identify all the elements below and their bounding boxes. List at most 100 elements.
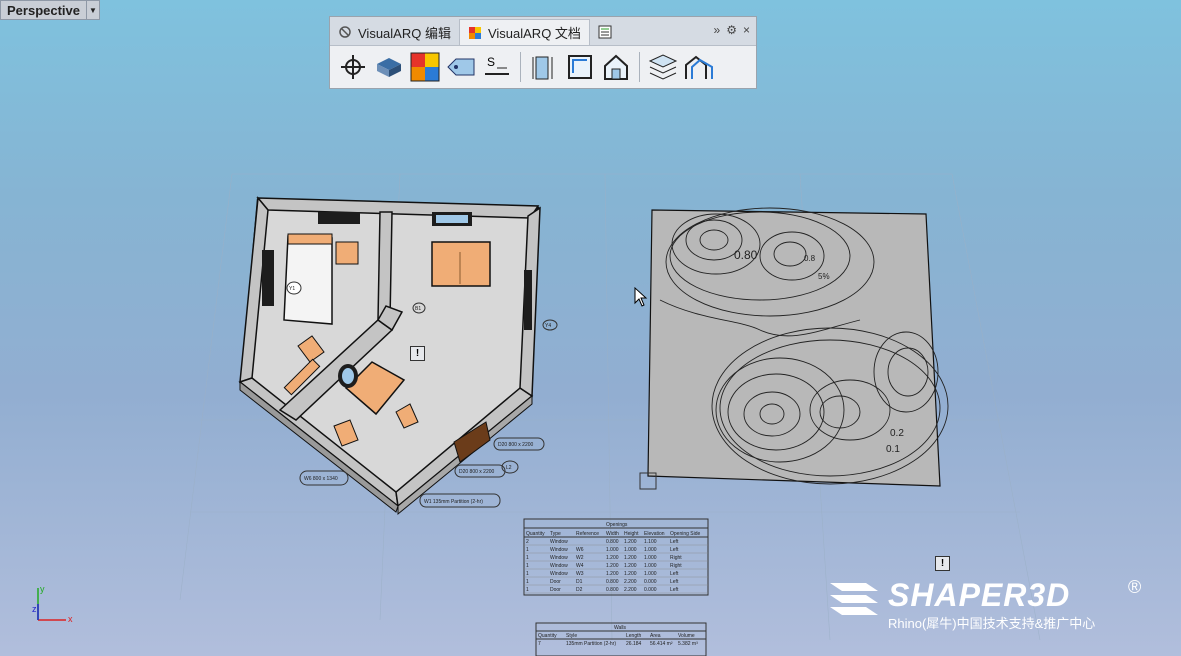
axis-x-label: x xyxy=(68,614,73,624)
openings-header: Quantity Type Reference Width Height Ele… xyxy=(526,531,701,537)
logo-registered: ® xyxy=(1128,577,1142,597)
window xyxy=(436,215,468,223)
openings-cell: W3 xyxy=(576,571,584,577)
header-opening-side: Opening Side xyxy=(670,531,701,537)
sofa xyxy=(431,241,491,287)
header-area: Area xyxy=(650,633,661,639)
openings-cell: Door xyxy=(550,587,561,593)
openings-cell: Left xyxy=(670,547,679,553)
axis-z-label: z xyxy=(32,604,37,614)
tag-y1: Y1 xyxy=(289,286,295,292)
openings-title: Openings xyxy=(606,522,628,528)
walls-cell: 26.184 xyxy=(626,641,642,647)
mouse-cursor-icon xyxy=(634,287,648,307)
openings-cell: Window xyxy=(550,563,568,569)
openings-cell: 0.800 xyxy=(606,587,619,593)
tag-d20: D20 800 x 2200 xyxy=(498,442,534,448)
window xyxy=(318,212,360,224)
walls-cell: 5.382 m³ xyxy=(678,641,698,647)
openings-cell: 0.000 xyxy=(644,587,657,593)
openings-cell: Right xyxy=(670,563,682,569)
openings-cell: 1.200 xyxy=(624,571,637,577)
building-model[interactable]: Y1 B1 Y4 W6 800 x 1340 D20 800 x 2200 D2… xyxy=(0,0,1181,656)
openings-cell: Window xyxy=(550,571,568,577)
openings-cell: 1.200 xyxy=(624,539,637,545)
axis-y-label: y xyxy=(40,584,45,594)
warning-icon[interactable]: ! xyxy=(410,346,425,361)
header-volume: Volume xyxy=(678,633,695,639)
walls-cell: 7 xyxy=(538,641,541,647)
openings-cell: 1.000 xyxy=(644,571,657,577)
window xyxy=(262,250,274,306)
openings-cell: 2.200 xyxy=(624,579,637,585)
openings-cell: 1.000 xyxy=(644,563,657,569)
tag-w1: W1 135mm Partition (2-hr) xyxy=(424,499,483,505)
bed xyxy=(283,235,333,325)
openings-cell: 1 xyxy=(526,563,529,569)
openings-cell: 0.800 xyxy=(606,579,619,585)
shaper3d-logo-icon xyxy=(830,583,878,615)
openings-cell: 1 xyxy=(526,571,529,577)
openings-table: Openings Quantity Type Reference Width H… xyxy=(523,518,709,596)
header-quantity: Quantity xyxy=(526,531,545,537)
tag-y4: Y4 xyxy=(545,323,551,329)
terrain-label: 0.80 xyxy=(734,248,758,262)
walls-title: Walls xyxy=(614,625,627,631)
walls-table: Walls Quantity Style Length Area Volume … xyxy=(535,622,707,656)
openings-rows: 2 Window 0.800 1.200 1.100 Left 1 Window W6 1.000… xyxy=(524,539,708,594)
logo-subtitle: Rhino(犀牛)中国技术支持&推广中心 xyxy=(888,616,1096,631)
openings-cell: 0.000 xyxy=(644,579,657,585)
terrain-label: 0.8 xyxy=(804,254,816,263)
openings-cell: 1 xyxy=(526,587,529,593)
terrain-label: 0.2 xyxy=(890,428,904,439)
openings-cell: 2 xyxy=(526,539,529,545)
openings-cell: 1.200 xyxy=(606,555,619,561)
openings-cell: W6 xyxy=(576,547,584,553)
openings-cell: 1.200 xyxy=(606,563,619,569)
openings-cell: Window xyxy=(550,555,568,561)
terrain-label: 0.1 xyxy=(886,444,900,455)
openings-cell: Left xyxy=(670,579,679,585)
openings-cell: Door xyxy=(550,579,561,585)
bed-headboard xyxy=(287,233,333,245)
openings-cell: 1 xyxy=(526,547,529,553)
openings-cell: Left xyxy=(670,587,679,593)
header-style: Style xyxy=(566,633,577,639)
openings-cell: Right xyxy=(670,555,682,561)
openings-cell: 1.200 xyxy=(624,563,637,569)
warning-icon[interactable]: ! xyxy=(935,556,950,571)
header-width: Width xyxy=(606,531,619,537)
terrain-label: 5% xyxy=(818,272,830,281)
openings-cell: 2.200 xyxy=(624,587,637,593)
header-quantity: Quantity xyxy=(538,633,557,639)
tag-w6: W6 800 x 1340 xyxy=(304,476,338,482)
openings-cell: Window xyxy=(550,539,568,545)
header-length: Length xyxy=(626,633,642,639)
openings-cell: 1.200 xyxy=(624,555,637,561)
walls-cell: 135mm Partition (2-hr) xyxy=(566,641,616,647)
tag-l2: L2 xyxy=(506,465,512,471)
openings-cell: D1 xyxy=(576,579,583,585)
axis-gizmo: x y z xyxy=(32,584,73,624)
openings-cell: 1.000 xyxy=(644,555,657,561)
openings-cell: D2 xyxy=(576,587,583,593)
window xyxy=(524,270,532,330)
openings-cell: Window xyxy=(550,547,568,553)
tag-d20b: D20 800 x 2200 xyxy=(459,469,495,475)
shaper3d-logo: SHAPER3D ® Rhino(犀牛)中国技术支持&推广中心 xyxy=(826,577,1156,631)
openings-cell: 1.000 xyxy=(606,547,619,553)
openings-cell: 1.000 xyxy=(624,547,637,553)
openings-cell: 1 xyxy=(526,555,529,561)
openings-cell: Left xyxy=(670,539,679,545)
openings-cell: Left xyxy=(670,571,679,577)
nightstand xyxy=(335,241,359,265)
openings-cell: 0.800 xyxy=(606,539,619,545)
openings-cell: 1 xyxy=(526,579,529,585)
header-type: Type xyxy=(550,531,561,537)
openings-cell: W4 xyxy=(576,563,584,569)
walls-cell: 56.414 m² xyxy=(650,641,673,647)
openings-cell: W2 xyxy=(576,555,584,561)
openings-cell: 1.200 xyxy=(606,571,619,577)
openings-cell: 1.100 xyxy=(644,539,657,545)
openings-cell: 1.000 xyxy=(644,547,657,553)
